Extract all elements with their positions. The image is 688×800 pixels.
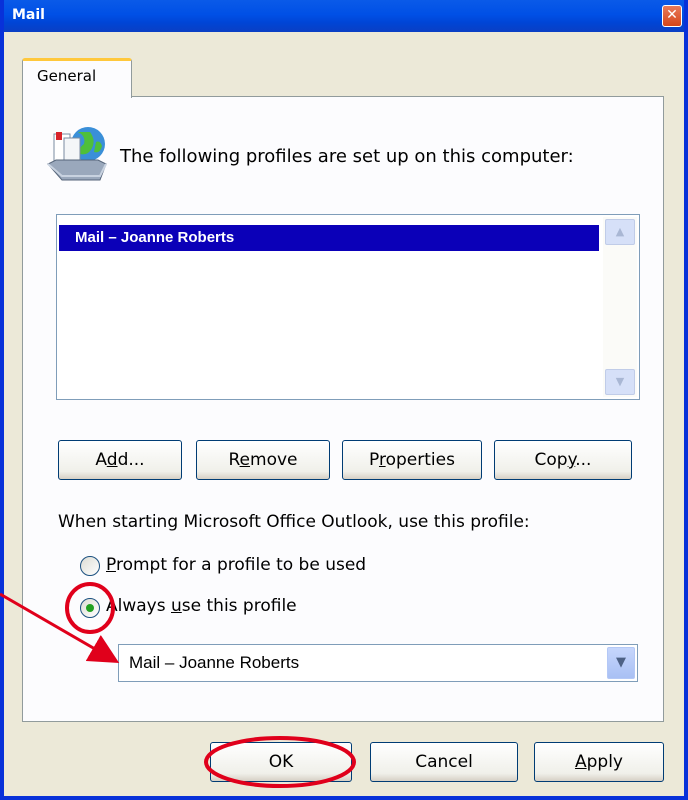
always-radio-label[interactable]: Always use this profile (106, 596, 297, 616)
radio-selected-dot (86, 604, 94, 612)
always-radio[interactable] (80, 598, 100, 618)
list-scrollbar[interactable]: ▲ ▼ (603, 217, 637, 397)
tab-general[interactable]: General (22, 58, 132, 98)
profile-name: Mail – Joanne Roberts (75, 229, 235, 246)
chevron-up-icon: ▲ (615, 225, 625, 238)
profiles-intro-text: The following profiles are set up on thi… (120, 146, 574, 167)
add-button[interactable]: Add... (58, 440, 182, 480)
copy-button[interactable]: Copy... (494, 440, 632, 480)
tab-general-label: General (37, 67, 97, 85)
startup-label: When starting Microsoft Office Outlook, … (58, 512, 530, 532)
list-item[interactable]: Mail – Joanne Roberts (59, 225, 599, 251)
mail-profile-icon (47, 127, 107, 181)
cancel-button[interactable]: Cancel (370, 742, 518, 782)
ok-button[interactable]: OK (210, 742, 352, 782)
scroll-up-button[interactable]: ▲ (605, 219, 635, 245)
close-button[interactable]: ✕ (662, 5, 682, 27)
close-icon: ✕ (666, 7, 678, 23)
profile-select-value: Mail – Joanne Roberts (129, 653, 300, 672)
profile-list[interactable]: Mail – Joanne Roberts ▲ ▼ (56, 214, 640, 400)
title-bar[interactable]: Mail (4, 0, 684, 32)
general-panel (22, 96, 664, 722)
properties-button[interactable]: Properties (342, 440, 482, 480)
remove-button[interactable]: Remove (196, 440, 330, 480)
apply-button[interactable]: Apply (534, 742, 664, 782)
window-title: Mail (12, 7, 45, 23)
prompt-radio-label[interactable]: Prompt for a profile to be used (106, 555, 366, 575)
prompt-radio[interactable] (80, 556, 100, 576)
chevron-down-icon: ▼ (616, 655, 626, 670)
profile-select[interactable]: Mail – Joanne Roberts ▼ (118, 644, 638, 682)
profile-select-dropdown-button[interactable]: ▼ (607, 647, 635, 679)
chevron-down-icon: ▼ (615, 375, 625, 388)
scroll-down-button[interactable]: ▼ (605, 369, 635, 395)
